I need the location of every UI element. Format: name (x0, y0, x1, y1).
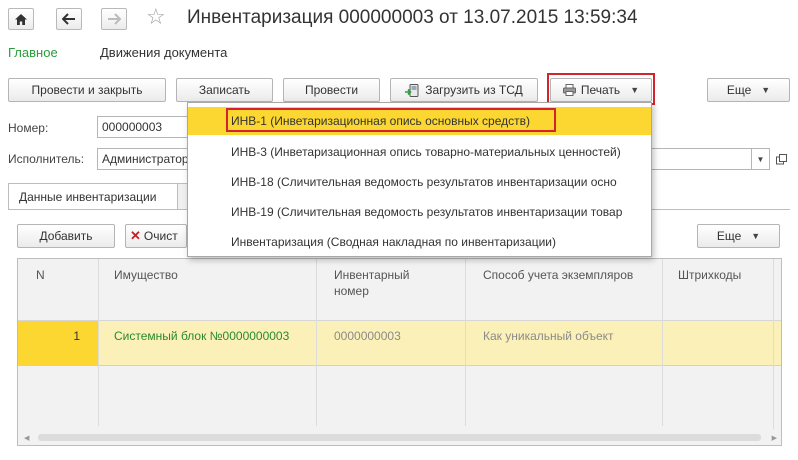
column-divider (98, 366, 99, 426)
more-label: Еще (726, 83, 752, 97)
forward-button[interactable] (101, 8, 127, 30)
clear-label: Очист (143, 229, 178, 243)
print-menu-item-inv18[interactable]: ИНВ-18 (Сличительная ведомость результат… (188, 168, 651, 196)
executor-open-button[interactable] (773, 151, 789, 167)
post-and-close-button[interactable]: Провести и закрыть (8, 78, 166, 102)
column-header-barcodes[interactable]: Штрихкоды (678, 267, 741, 283)
chevron-down-icon: ▼ (756, 154, 765, 164)
tab-inventory-data[interactable]: Данные инвентаризации (8, 183, 178, 210)
table-header: N Имущество Инвентарный номер Способ уче… (18, 259, 781, 321)
home-button[interactable] (8, 8, 34, 30)
column-header-inventory-number[interactable]: Инвентарный номер (334, 267, 409, 299)
section-movements-link[interactable]: Движения документа (100, 45, 227, 60)
row-inventory-number: 0000000003 (334, 329, 401, 343)
back-button[interactable] (56, 8, 82, 30)
clear-x-icon: ✕ (130, 228, 141, 243)
column-header-n[interactable]: N (36, 267, 45, 283)
column-header-property[interactable]: Имущество (114, 267, 178, 283)
column-divider (465, 366, 466, 426)
arrow-right-icon (108, 13, 121, 25)
column-divider (662, 366, 663, 426)
print-menu-item-inv19[interactable]: ИНВ-19 (Сличительная ведомость результат… (188, 198, 651, 226)
table-row-number-cell[interactable] (18, 321, 98, 366)
favorite-star-icon[interactable]: ☆ (146, 6, 166, 28)
row-number: 1 (73, 329, 80, 343)
open-window-icon (775, 153, 787, 164)
number-field[interactable]: 000000003 (97, 116, 189, 138)
more-button[interactable]: Еще ▼ (707, 78, 790, 102)
print-menu-item-inv3[interactable]: ИНВ-3 (Инветаризационная опись товарно-м… (188, 138, 651, 166)
chevron-down-icon: ▼ (751, 231, 761, 241)
row-accounting-method: Как уникальный объект (483, 329, 614, 343)
inventory-number-header-line2: номер (334, 284, 369, 298)
load-from-tsd-label: Загрузить из ТСД (425, 83, 523, 97)
column-header-accounting[interactable]: Способ учета экземпляров (483, 267, 633, 283)
table-more-button[interactable]: Еще ▼ (697, 224, 780, 248)
scroll-right-icon[interactable]: ▶ (772, 434, 777, 442)
save-button[interactable]: Записать (176, 78, 273, 102)
chevron-down-icon: ▼ (761, 85, 771, 95)
scroll-left-icon[interactable]: ◀ (24, 434, 29, 442)
tsd-load-icon (405, 83, 419, 97)
home-icon (15, 13, 27, 25)
column-divider (316, 366, 317, 426)
inv1-item-highlight (226, 108, 556, 132)
table-row[interactable] (18, 321, 781, 366)
post-button[interactable]: Провести (283, 78, 380, 102)
add-row-button[interactable]: Добавить (17, 224, 115, 248)
section-main-link[interactable]: Главное (8, 45, 58, 60)
horizontal-scrollbar[interactable] (38, 434, 761, 441)
row-property-link[interactable]: Системный блок №0000000003 (114, 329, 289, 343)
executor-dropdown-button[interactable]: ▼ (752, 148, 770, 170)
column-divider (773, 259, 774, 429)
executor-label: Исполнитель: (8, 152, 85, 166)
clear-button[interactable]: ✕ Очист (125, 224, 187, 248)
arrow-left-icon (62, 13, 75, 25)
print-menu-item-summary[interactable]: Инвентаризация (Сводная накладная по инв… (188, 228, 651, 256)
print-button-highlight (547, 73, 655, 105)
inventory-number-header-line1: Инвентарный (334, 268, 410, 282)
load-from-tsd-button[interactable]: Загрузить из ТСД (390, 78, 538, 102)
inventory-table[interactable]: N Имущество Инвентарный номер Способ уче… (17, 258, 782, 446)
table-more-label: Еще (716, 229, 742, 243)
number-label: Номер: (8, 121, 49, 135)
window-title: Инвентаризация 000000003 от 13.07.2015 1… (187, 7, 638, 28)
